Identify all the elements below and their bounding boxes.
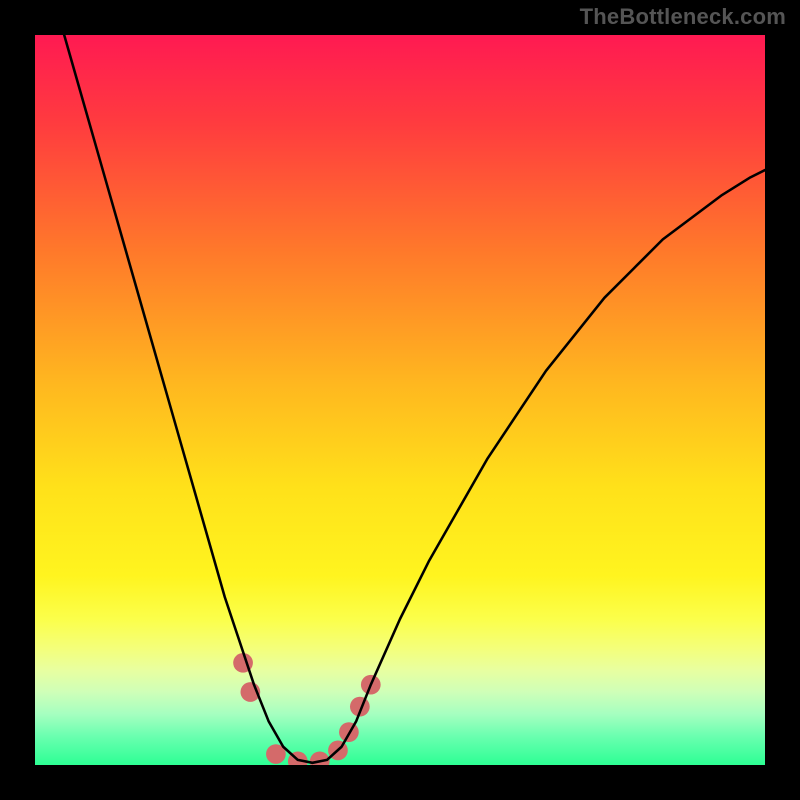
chart-stage: TheBottleneck.com xyxy=(0,0,800,800)
watermark-text: TheBottleneck.com xyxy=(580,4,786,30)
plot-area xyxy=(35,35,765,765)
curve-layer xyxy=(35,35,765,765)
bottleneck-curve xyxy=(64,35,765,763)
